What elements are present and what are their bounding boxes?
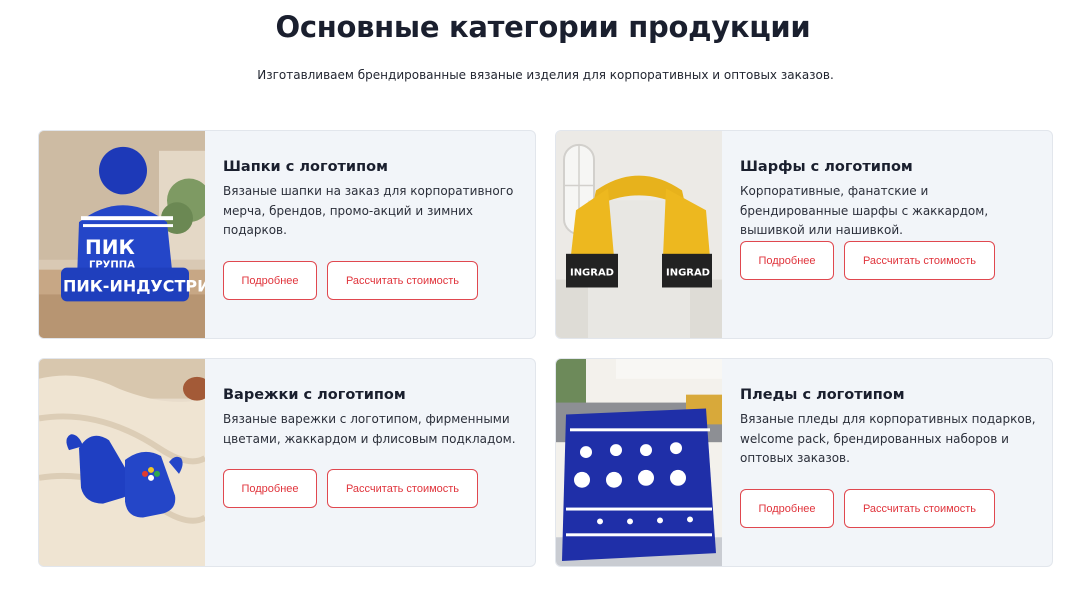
more-button[interactable]: Подробнее [223, 469, 317, 508]
blanket-image[interactable] [556, 359, 722, 566]
card-description: Вязаные варежки с логотипом, фирменными … [223, 412, 516, 446]
calculate-price-button[interactable]: Рассчитать стоимость [327, 469, 478, 508]
category-card-hats: ПИК ГРУППА ПИК-ИНДУСТРИ Шапки с логотипо… [38, 130, 536, 339]
page-title: Основные категории продукции [275, 10, 811, 44]
page-subtitle: Изготавливаем брендированные вязаные изд… [257, 68, 834, 82]
scarf-logo-left-text: INGRAD [570, 268, 614, 279]
category-card-mittens: Варежки с логотипом Вязаные варежки с ло… [38, 358, 536, 567]
calculate-price-button[interactable]: Рассчитать стоимость [327, 261, 478, 300]
scarf-logo-right-text: INGRAD [666, 268, 710, 279]
hat-image[interactable]: ПИК ГРУППА ПИК-ИНДУСТРИ [39, 131, 205, 338]
more-button[interactable]: Подробнее [223, 261, 317, 300]
more-button[interactable]: Подробнее [740, 489, 834, 528]
hat-logo-subtext: ГРУППА [89, 260, 135, 271]
more-button[interactable]: Подробнее [740, 241, 834, 280]
calculate-price-button[interactable]: Рассчитать стоимость [844, 241, 995, 280]
card-title: Шарфы с логотипом [740, 159, 913, 175]
card-description: Корпоративные, фанатские и брендированны… [740, 184, 989, 237]
category-card-blankets: Пледы с логотипом Вязаные пледы для корп… [555, 358, 1053, 567]
scarf-image[interactable]: INGRAD INGRAD [556, 131, 722, 338]
card-title: Пледы с логотипом [740, 387, 905, 403]
category-card-scarves: INGRAD INGRAD Шарфы с логотипом Корпорат… [555, 130, 1053, 339]
hat-band-text: ПИК-ИНДУСТРИ [63, 277, 205, 296]
card-title: Шапки с логотипом [223, 159, 388, 175]
mittens-image[interactable] [39, 359, 205, 566]
card-description: Вязаные пледы для корпоративных подарков… [740, 412, 1036, 465]
card-description: Вязаные шапки на заказ для корпоративног… [223, 184, 514, 237]
calculate-price-button[interactable]: Рассчитать стоимость [844, 489, 995, 528]
hat-logo-text: ПИК [85, 236, 135, 259]
card-title: Варежки с логотипом [223, 387, 406, 403]
